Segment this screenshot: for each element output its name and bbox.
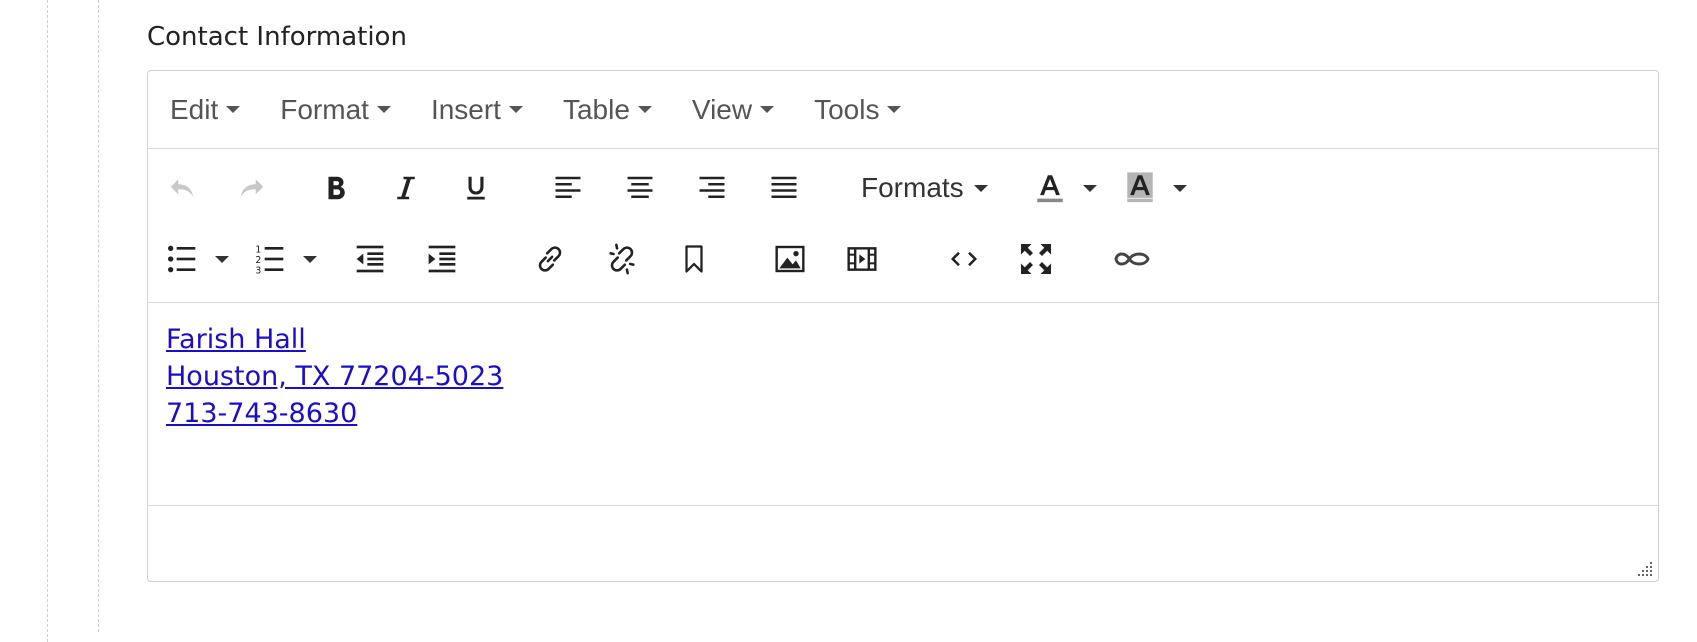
svg-text:2: 2 [255, 255, 261, 266]
bullet-list-button[interactable] [160, 237, 204, 281]
bold-button[interactable] [314, 166, 358, 210]
link-chain-button[interactable] [1110, 237, 1154, 281]
insert-image-button[interactable] [768, 237, 812, 281]
underline-button[interactable] [454, 166, 498, 210]
numbered-list-icon: 1 2 3 [255, 244, 284, 275]
align-center-icon [627, 176, 653, 198]
chevron-down-icon [1083, 184, 1097, 192]
resize-handle[interactable] [1634, 558, 1654, 578]
fullscreen-icon [1021, 244, 1051, 274]
redo-button[interactable] [230, 166, 274, 210]
italic-button[interactable] [384, 166, 428, 210]
menu-format-label: Format [280, 93, 369, 125]
text-color-button[interactable] [1028, 166, 1072, 210]
field-label: Contact Information [147, 22, 407, 52]
outdent-icon [356, 245, 384, 273]
unlink-icon [609, 243, 635, 275]
anchor-button[interactable] [672, 237, 716, 281]
align-right-button[interactable] [690, 166, 734, 210]
menu-tools-label: Tools [814, 93, 880, 125]
content-link-line[interactable]: Farish Hall [166, 321, 306, 358]
chevron-down-icon [887, 106, 902, 113]
svg-text:1: 1 [255, 244, 261, 255]
menu-edit-label: Edit [170, 93, 219, 125]
indent-icon [428, 245, 456, 273]
code-icon [950, 251, 978, 267]
chevron-down-icon [973, 184, 988, 192]
undo-icon [170, 179, 194, 197]
background-color-icon [1127, 172, 1153, 203]
editor-toolbar: Formats 1 2 3 [148, 149, 1658, 303]
infinity-link-icon [1114, 252, 1150, 266]
align-right-icon [699, 176, 725, 198]
justify-button[interactable] [762, 166, 806, 210]
resize-grip-icon [1638, 562, 1652, 576]
chevron-down-icon [637, 106, 652, 113]
align-left-icon [555, 176, 581, 198]
bold-icon [328, 176, 345, 200]
chevron-down-icon [226, 106, 241, 113]
chevron-down-icon [303, 255, 317, 263]
menu-insert-label: Insert [430, 93, 501, 125]
content-link-line[interactable]: 713-743-8630 [166, 395, 357, 432]
editor-menubar: Edit Format Insert Table View Tools [148, 71, 1658, 149]
underline-icon [467, 176, 485, 200]
menu-view-label: View [691, 93, 753, 125]
align-left-button[interactable] [546, 166, 590, 210]
page: Contact Information Edit Format Insert T… [0, 0, 1697, 642]
menu-edit[interactable]: Edit [170, 93, 241, 126]
editor-content[interactable]: Farish Hall Houston, TX 77204-5023 713-7… [148, 303, 1658, 506]
svg-text:3: 3 [255, 266, 261, 275]
numbered-list-button[interactable]: 1 2 3 [248, 237, 292, 281]
italic-icon [397, 176, 415, 200]
guide-line [98, 0, 99, 632]
source-code-button[interactable] [942, 237, 986, 281]
redo-icon [240, 179, 264, 197]
menu-table-label: Table [562, 93, 630, 125]
numbered-list-dropdown[interactable] [300, 237, 320, 281]
menu-table[interactable]: Table [563, 94, 652, 126]
chevron-down-icon [215, 255, 229, 263]
menu-insert[interactable]: Insert [431, 94, 523, 126]
formats-label: Formats [861, 172, 964, 203]
insert-media-button[interactable] [840, 237, 884, 281]
film-icon [847, 247, 877, 271]
fullscreen-button[interactable] [1014, 237, 1058, 281]
outdent-button[interactable] [348, 237, 392, 281]
chevron-down-icon [508, 106, 523, 113]
text-color-icon [1037, 175, 1063, 203]
rich-text-editor: Edit Format Insert Table View Tools Form… [147, 70, 1659, 582]
bullet-list-icon [168, 245, 196, 273]
chevron-down-icon [376, 106, 391, 113]
background-color-button[interactable] [1118, 166, 1162, 210]
link-icon [538, 246, 562, 272]
menu-format[interactable]: Format [280, 94, 391, 126]
indent-button[interactable] [420, 237, 464, 281]
guide-line [47, 0, 48, 642]
justify-icon [771, 176, 797, 198]
content-link-line[interactable]: Houston, TX 77204-5023 [166, 358, 503, 395]
menu-tools[interactable]: Tools [814, 93, 902, 126]
image-icon [775, 245, 805, 273]
remove-link-button[interactable] [600, 237, 644, 281]
formats-dropdown[interactable]: Formats [861, 166, 988, 210]
align-center-button[interactable] [618, 166, 662, 210]
menu-view[interactable]: View [691, 93, 775, 126]
text-color-dropdown[interactable] [1080, 166, 1100, 210]
chevron-down-icon [1173, 184, 1187, 192]
bullet-list-dropdown[interactable] [212, 237, 232, 281]
chevron-down-icon [760, 106, 775, 113]
insert-link-button[interactable] [528, 237, 572, 281]
bookmark-icon [685, 245, 703, 273]
undo-button[interactable] [160, 166, 204, 210]
background-color-dropdown[interactable] [1170, 166, 1190, 210]
editor-statusbar [148, 506, 1658, 581]
